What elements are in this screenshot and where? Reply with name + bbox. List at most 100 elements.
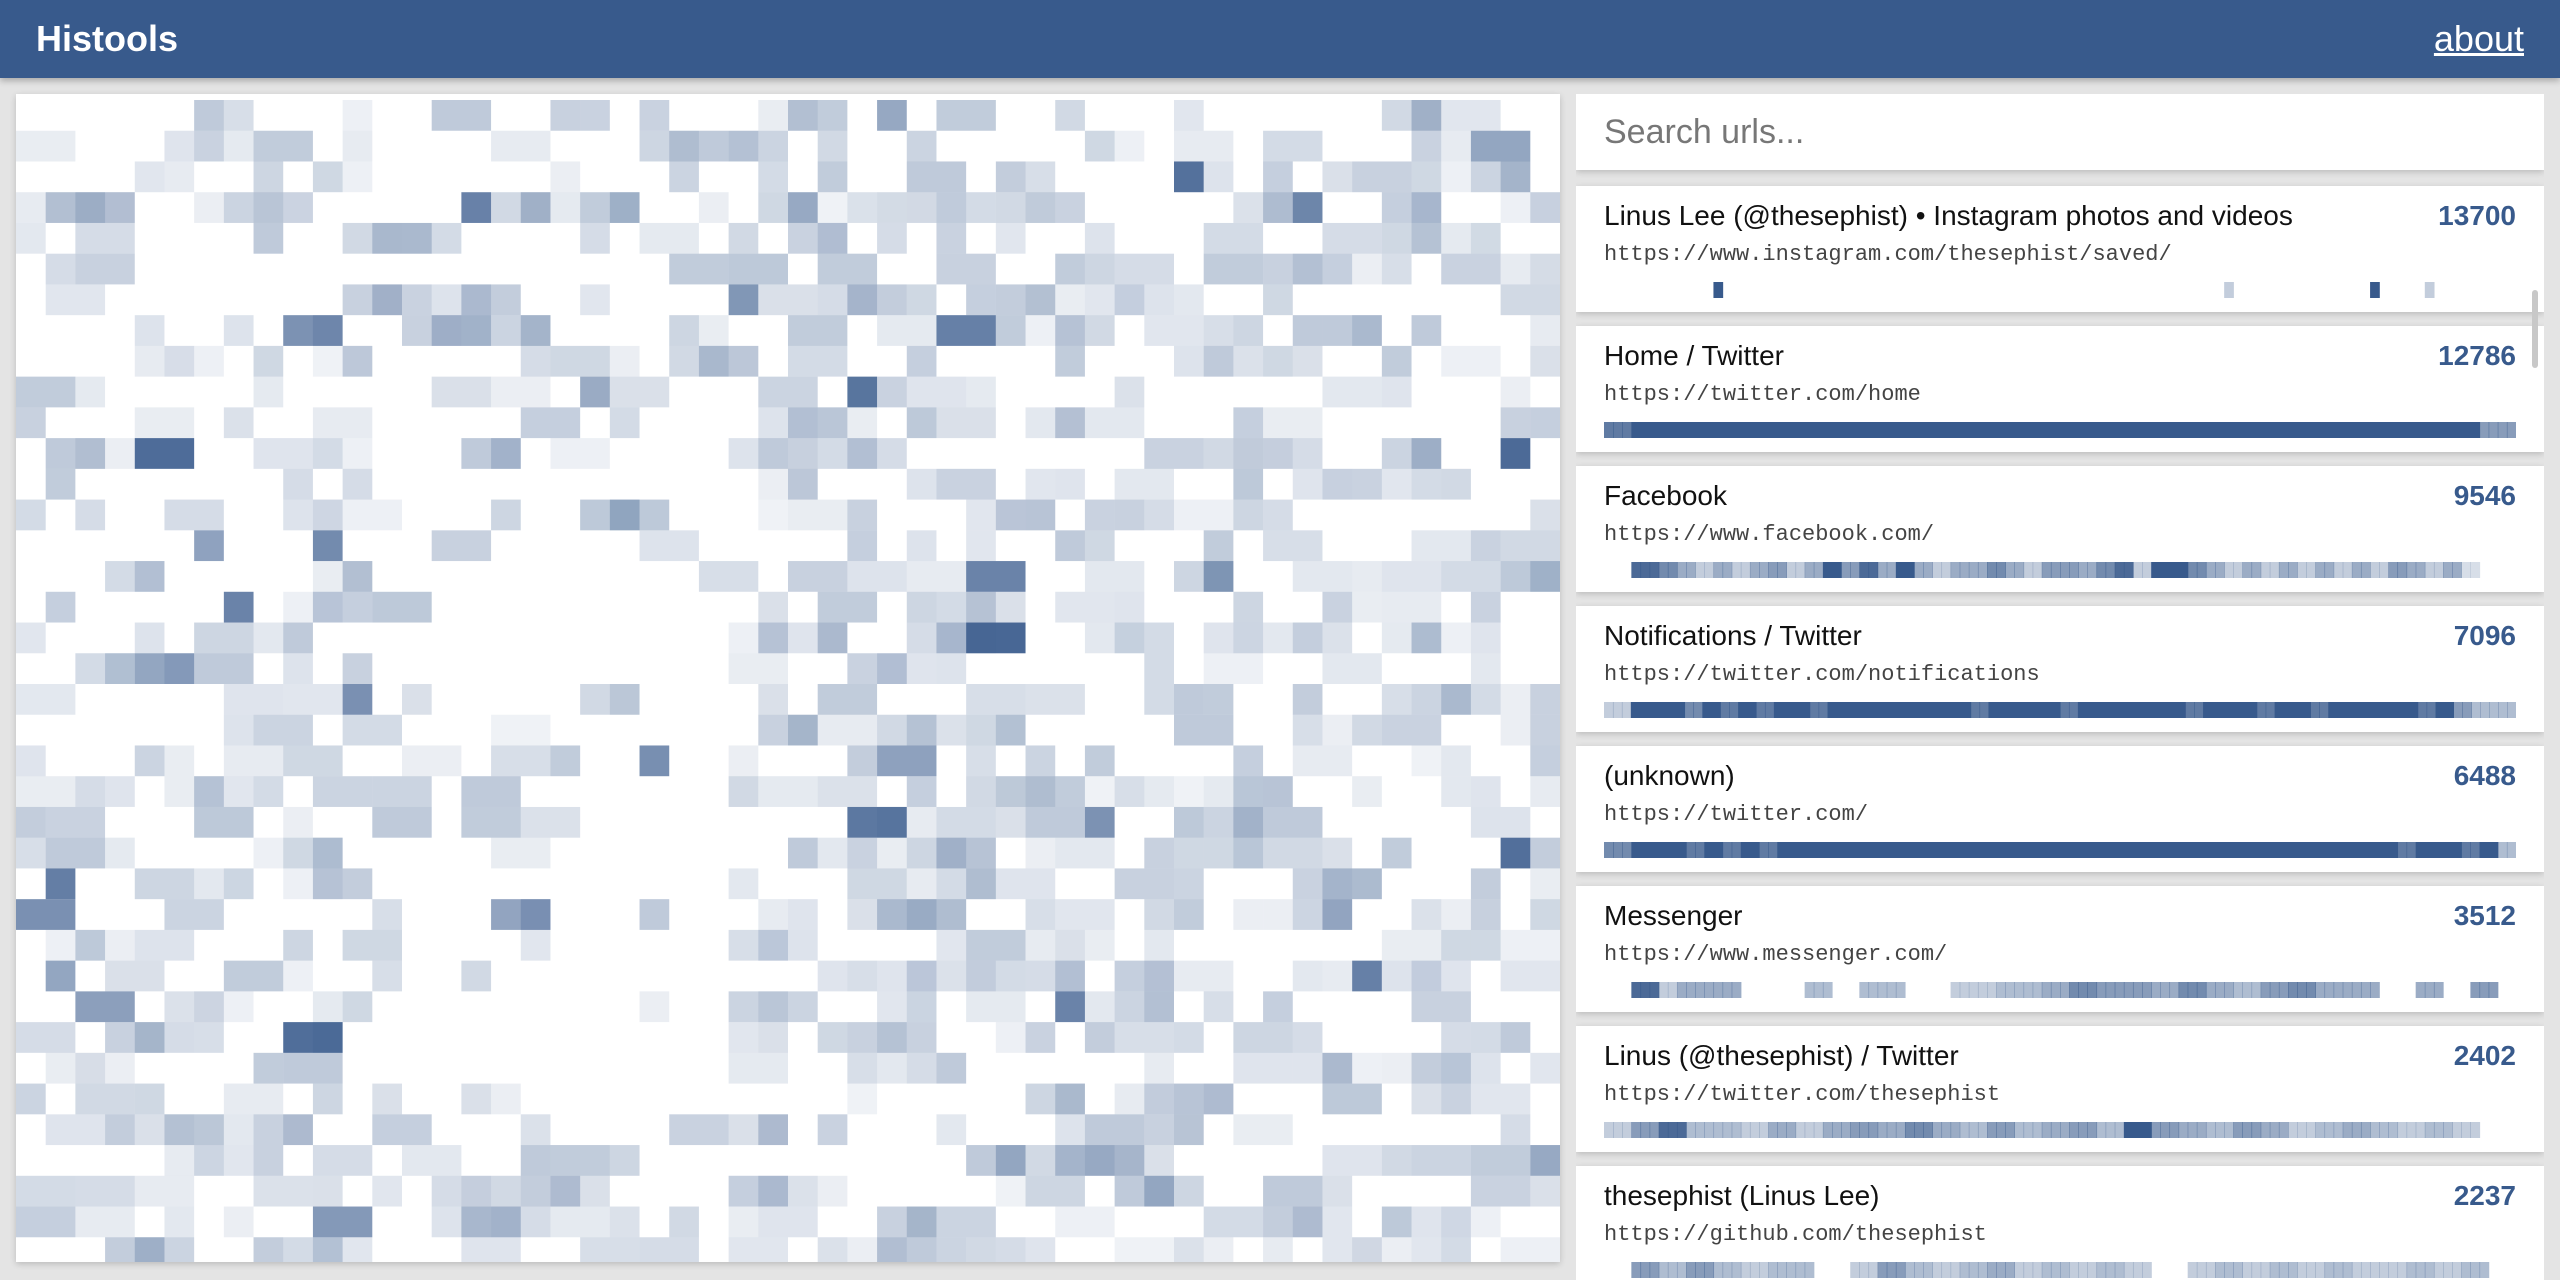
heatmap-cell[interactable]: [253, 130, 313, 162]
heatmap-cell[interactable]: [1470, 591, 1501, 623]
heatmap-cell[interactable]: [1322, 1083, 1382, 1115]
heatmap-cell[interactable]: [253, 376, 284, 408]
heatmap-cell[interactable]: [1233, 591, 1264, 623]
heatmap-cell[interactable]: [194, 806, 254, 838]
heatmap-cell[interactable]: [1084, 407, 1145, 439]
heatmap-cell[interactable]: [1322, 1145, 1382, 1176]
heatmap-cell[interactable]: [669, 253, 729, 285]
heatmap-cell[interactable]: [1055, 591, 1115, 623]
heatmap-cell[interactable]: [1352, 1237, 1412, 1262]
heatmap-cell[interactable]: [1500, 376, 1531, 408]
heatmap-cell[interactable]: [698, 561, 759, 592]
heatmap-cell[interactable]: [1441, 745, 1471, 777]
heatmap-cell[interactable]: [1114, 591, 1145, 623]
heatmap-cell[interactable]: [1233, 899, 1264, 930]
heatmap-cell[interactable]: [16, 899, 76, 930]
heatmap-cell[interactable]: [1203, 561, 1234, 592]
heatmap-cell[interactable]: [1025, 929, 1056, 961]
heatmap-cell[interactable]: [1352, 776, 1382, 807]
heatmap-cell[interactable]: [520, 192, 551, 223]
heatmap-cell[interactable]: [966, 284, 996, 316]
heatmap-cell[interactable]: [75, 1083, 135, 1115]
heatmap-cell[interactable]: [788, 468, 818, 500]
heatmap-cell[interactable]: [1500, 1237, 1560, 1262]
heatmap-cell[interactable]: [1530, 407, 1560, 439]
heatmap-cell[interactable]: [1530, 776, 1560, 807]
heatmap-cell[interactable]: [580, 100, 610, 131]
heatmap-cell[interactable]: [1530, 561, 1560, 592]
heatmap-cell[interactable]: [283, 745, 343, 777]
heatmap-cell[interactable]: [1441, 161, 1471, 193]
heatmap-cell[interactable]: [312, 591, 373, 623]
heatmap-cell[interactable]: [1263, 1237, 1293, 1262]
heatmap-cell[interactable]: [312, 407, 373, 439]
heatmap-cell[interactable]: [609, 684, 640, 715]
heatmap-cell[interactable]: [1411, 192, 1442, 223]
heatmap-cell[interactable]: [105, 192, 135, 223]
heatmap-cell[interactable]: [164, 161, 195, 193]
heatmap-cell[interactable]: [728, 1022, 759, 1053]
heatmap-cell[interactable]: [1470, 1022, 1501, 1053]
heatmap-cell[interactable]: [1055, 1083, 1085, 1115]
heatmap-cell[interactable]: [1411, 1083, 1442, 1115]
heatmap-cell[interactable]: [1114, 776, 1174, 807]
heatmap-cell[interactable]: [550, 1206, 610, 1238]
heatmap-cell[interactable]: [788, 345, 848, 377]
heatmap-cell[interactable]: [491, 837, 551, 869]
heatmap-cell[interactable]: [1114, 130, 1145, 162]
heatmap-cell[interactable]: [1470, 1145, 1531, 1176]
heatmap-cell[interactable]: [1500, 684, 1531, 715]
heatmap-cell[interactable]: [16, 499, 46, 531]
heatmap-cell[interactable]: [550, 100, 581, 131]
url-card[interactable]: Messenger 3512 https://www.messenger.com…: [1576, 886, 2544, 1012]
heatmap-cell[interactable]: [1470, 899, 1501, 930]
heatmap-cell[interactable]: [877, 745, 937, 777]
heatmap-cell[interactable]: [1084, 561, 1145, 592]
heatmap-cell[interactable]: [134, 1237, 195, 1262]
heatmap-cell[interactable]: [1084, 315, 1115, 346]
heatmap-cell[interactable]: [45, 284, 106, 316]
heatmap-cell[interactable]: [1441, 684, 1501, 715]
heatmap-cell[interactable]: [1263, 530, 1323, 562]
heatmap-cell[interactable]: [372, 284, 432, 316]
heatmap-cell[interactable]: [1411, 745, 1442, 777]
heatmap-cell[interactable]: [16, 745, 46, 777]
heatmap-cell[interactable]: [995, 1022, 1026, 1053]
heatmap-cell[interactable]: [1055, 253, 1085, 285]
heatmap-cell[interactable]: [1530, 868, 1560, 900]
heatmap-cell[interactable]: [788, 561, 848, 592]
heatmap-cell[interactable]: [1411, 161, 1442, 193]
heatmap-cell[interactable]: [1174, 284, 1204, 316]
heatmap-cell[interactable]: [1233, 315, 1264, 346]
heatmap-cell[interactable]: [1292, 345, 1323, 377]
heatmap-cell[interactable]: [788, 899, 818, 930]
heatmap-cell[interactable]: [1530, 253, 1560, 285]
heatmap-cell[interactable]: [1084, 499, 1115, 531]
heatmap-cell[interactable]: [788, 991, 818, 1023]
url-card[interactable]: Linus (@thesephist) / Twitter 2402 https…: [1576, 1026, 2544, 1152]
heatmap-cell[interactable]: [1144, 899, 1174, 930]
heatmap-cell[interactable]: [491, 376, 551, 408]
heatmap-cell[interactable]: [669, 161, 699, 193]
heatmap-cell[interactable]: [1470, 929, 1501, 961]
heatmap-cell[interactable]: [105, 837, 135, 869]
search-input[interactable]: [1576, 94, 2544, 170]
heatmap-cell[interactable]: [164, 345, 224, 377]
heatmap-cell[interactable]: [609, 407, 640, 439]
heatmap-cell[interactable]: [1055, 100, 1085, 131]
heatmap-cell[interactable]: [966, 868, 996, 900]
heatmap-cell[interactable]: [1381, 714, 1442, 746]
heatmap-cell[interactable]: [164, 1206, 195, 1238]
heatmap-cell[interactable]: [1381, 837, 1412, 869]
heatmap-cell[interactable]: [342, 684, 373, 715]
heatmap-cell[interactable]: [639, 100, 670, 131]
heatmap-cell[interactable]: [253, 776, 284, 807]
heatmap-cell[interactable]: [728, 1237, 788, 1262]
heatmap-cell[interactable]: [1322, 1175, 1353, 1207]
heatmap-cell[interactable]: [105, 776, 135, 807]
heatmap-cell[interactable]: [402, 1145, 462, 1176]
heatmap-cell[interactable]: [1500, 407, 1531, 439]
heatmap-cell[interactable]: [906, 161, 967, 193]
heatmap-cell[interactable]: [1470, 530, 1501, 562]
heatmap-cell[interactable]: [1144, 684, 1174, 715]
